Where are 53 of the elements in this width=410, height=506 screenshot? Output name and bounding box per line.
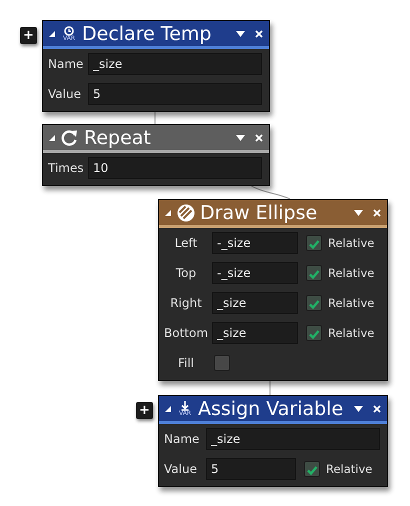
- input-field[interactable]: _size: [212, 292, 298, 314]
- repeat-icon: [60, 128, 80, 148]
- input-field[interactable]: 10: [88, 157, 262, 179]
- checkbox[interactable]: [214, 355, 230, 371]
- field-label: Name: [48, 57, 84, 71]
- field-label: Left: [174, 236, 198, 250]
- input-field[interactable]: -_size: [212, 262, 298, 284]
- node-title: Draw Ellipse: [200, 200, 318, 224]
- dropdown-caret-icon[interactable]: [354, 406, 363, 412]
- field-label: Times: [48, 161, 84, 175]
- input-field[interactable]: 5: [88, 83, 262, 105]
- add-button[interactable]: +: [20, 27, 37, 44]
- field-label: Right: [169, 296, 203, 310]
- input-field[interactable]: -_size: [212, 232, 298, 254]
- checkbox[interactable]: [306, 325, 322, 341]
- close-icon[interactable]: [255, 134, 263, 142]
- checkbox[interactable]: [306, 235, 322, 251]
- checkbox[interactable]: [304, 461, 320, 477]
- expand-icon[interactable]: [164, 404, 172, 412]
- field-label: Top: [174, 266, 198, 280]
- close-icon[interactable]: [373, 208, 381, 216]
- node-title: Declare Temp: [82, 22, 212, 46]
- field-label: Value: [48, 87, 82, 101]
- dropdown-caret-icon[interactable]: [354, 210, 363, 216]
- field-label: Value: [164, 462, 198, 476]
- close-icon[interactable]: [255, 30, 263, 38]
- checkbox-label: Relative: [328, 326, 374, 340]
- checkbox-label: Relative: [328, 236, 374, 250]
- expand-icon[interactable]: [164, 208, 172, 216]
- checkbox-label: Relative: [326, 462, 372, 476]
- input-field[interactable]: 5: [206, 458, 296, 480]
- close-icon[interactable]: [373, 404, 381, 412]
- checkbox[interactable]: [306, 265, 322, 281]
- dropdown-caret-icon[interactable]: [236, 134, 245, 140]
- node-title: Repeat: [84, 126, 152, 150]
- checkbox[interactable]: [306, 295, 322, 311]
- node-header[interactable]: Repeat: [43, 125, 269, 153]
- field-label: Fill: [176, 356, 196, 370]
- input-field[interactable]: _size: [88, 53, 262, 75]
- checkbox-label: Relative: [328, 266, 374, 280]
- input-field[interactable]: _size: [206, 428, 380, 450]
- expand-icon[interactable]: [48, 134, 56, 142]
- expand-icon[interactable]: [48, 30, 56, 38]
- field-label: Bottom: [164, 326, 208, 340]
- input-field[interactable]: _size: [212, 322, 298, 344]
- checkbox-label: Relative: [328, 296, 374, 310]
- field-label: Name: [164, 432, 200, 446]
- connector-line: [250, 184, 290, 200]
- node-title: Assign Variable: [198, 396, 344, 420]
- node-header[interactable]: Draw Ellipse: [159, 200, 387, 228]
- add-button[interactable]: +: [136, 402, 153, 419]
- striped-circle-icon: [176, 202, 196, 222]
- dropdown-caret-icon[interactable]: [236, 30, 245, 36]
